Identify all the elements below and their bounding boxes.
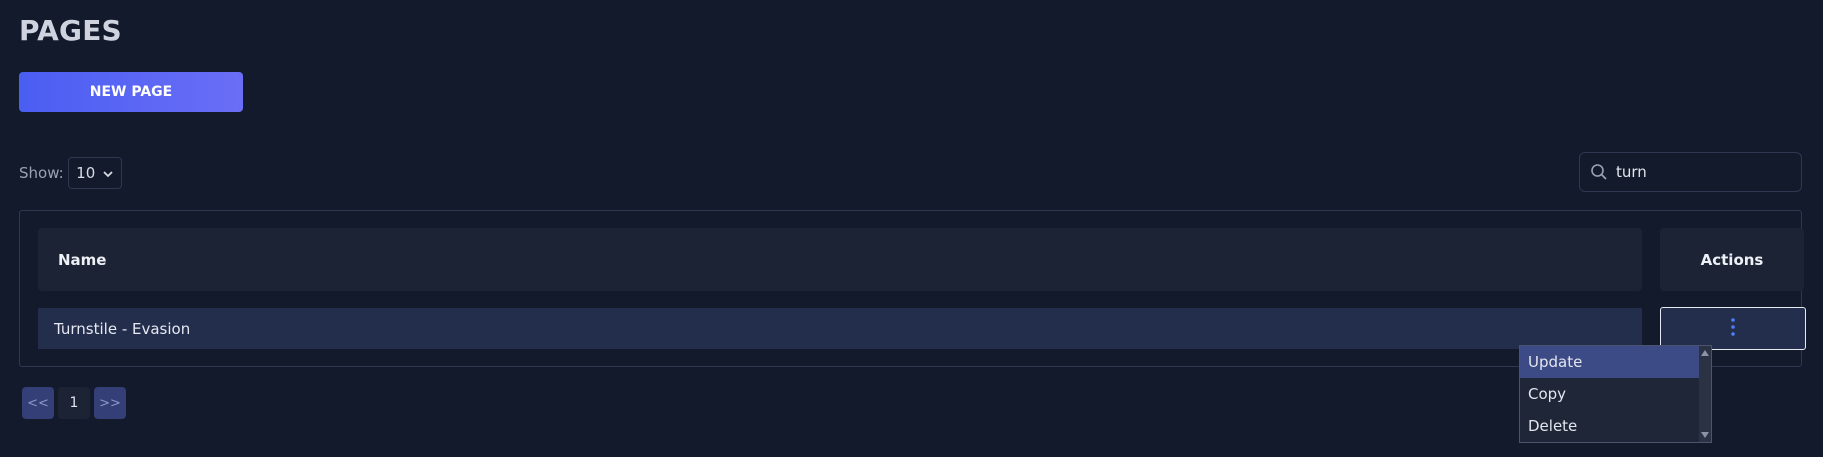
- show-label: Show:: [19, 164, 64, 182]
- next-page-button[interactable]: >>: [94, 387, 126, 419]
- menu-item-update[interactable]: Update: [1520, 346, 1699, 378]
- new-page-button[interactable]: NEW PAGE: [19, 72, 243, 112]
- search-input[interactable]: [1614, 162, 1798, 182]
- pagination: << 1 >>: [22, 387, 126, 419]
- menu-scrollbar[interactable]: [1699, 346, 1711, 442]
- page-size-select[interactable]: 10: [67, 157, 122, 189]
- menu-item-delete[interactable]: Delete: [1520, 410, 1699, 442]
- chevron-down-icon: [103, 164, 113, 182]
- pages-table: Name Actions Turnstile - Evasion: [19, 210, 1806, 367]
- page-size-control: Show: 10: [19, 157, 122, 189]
- page-number-button[interactable]: 1: [58, 387, 90, 419]
- row-actions-button[interactable]: [1660, 307, 1806, 350]
- actions-dropdown-menu: Update Copy Delete: [1519, 345, 1712, 443]
- scroll-down-icon[interactable]: [1701, 432, 1709, 438]
- scroll-up-icon[interactable]: [1701, 350, 1709, 356]
- search-box: [1579, 152, 1802, 192]
- prev-page-button[interactable]: <<: [22, 387, 54, 419]
- page-size-value: 10: [76, 164, 96, 182]
- page-title: PAGES: [19, 14, 122, 47]
- column-header-actions: Actions: [1660, 228, 1804, 291]
- table-row-name-cell[interactable]: Turnstile - Evasion: [38, 308, 1642, 349]
- column-header-name[interactable]: Name: [38, 228, 1642, 291]
- menu-item-copy[interactable]: Copy: [1520, 378, 1699, 410]
- pages-screen: PAGES NEW PAGE Show: 10 Name Actions Tur…: [0, 0, 1823, 457]
- actions-menu-list: Update Copy Delete: [1520, 346, 1699, 442]
- search-icon: [1590, 163, 1608, 181]
- kebab-menu-icon: [1730, 317, 1736, 341]
